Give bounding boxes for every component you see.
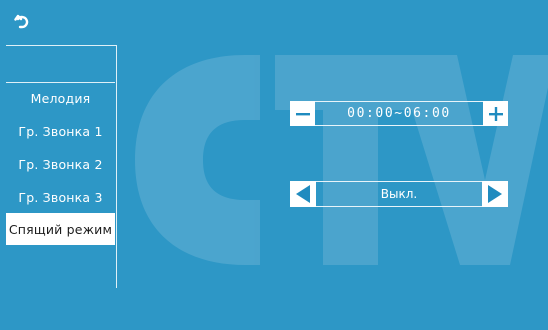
menu-item-label: Гр. Звонка 1 <box>18 123 103 139</box>
decrease-button[interactable] <box>290 101 315 126</box>
menu-item-ring-group-2[interactable]: Гр. Звонка 2 <box>6 148 115 180</box>
sleep-mode-settings-screen: Мелодия Гр. Звонка 1 Гр. Звонка 2 Гр. Зв… <box>0 0 548 330</box>
menu-item-melody[interactable]: Мелодия <box>6 82 115 114</box>
menu-item-label: Гр. Звонка 2 <box>18 156 103 172</box>
plus-icon <box>488 106 503 121</box>
previous-option-button[interactable] <box>290 181 316 207</box>
triangle-left-icon <box>296 185 310 203</box>
mode-selector: Выкл. <box>290 181 508 207</box>
back-button[interactable] <box>8 6 38 36</box>
triangle-right-icon <box>488 185 502 203</box>
settings-menu: Мелодия Гр. Звонка 1 Гр. Звонка 2 Гр. Зв… <box>6 45 117 288</box>
menu-item-ring-group-3[interactable]: Гр. Звонка 3 <box>6 181 115 213</box>
menu-item-ring-group-1[interactable]: Гр. Звонка 1 <box>6 115 115 147</box>
increase-button[interactable] <box>483 101 508 126</box>
return-arrow-icon <box>14 14 29 29</box>
menu-item-label: Спящий режим <box>8 221 113 237</box>
mode-value: Выкл. <box>380 187 418 201</box>
time-range-value: 00:00~06:00 <box>347 106 451 121</box>
next-option-button[interactable] <box>482 181 508 207</box>
menu-item-label: Мелодия <box>30 91 91 106</box>
menu-item-label: Гр. Звонка 3 <box>18 189 103 205</box>
menu-item-sleep-mode[interactable]: Спящий режим <box>6 213 115 245</box>
ctv-logo-watermark <box>135 55 548 265</box>
time-range-control: 00:00~06:00 <box>290 101 508 126</box>
minus-icon <box>295 112 310 115</box>
